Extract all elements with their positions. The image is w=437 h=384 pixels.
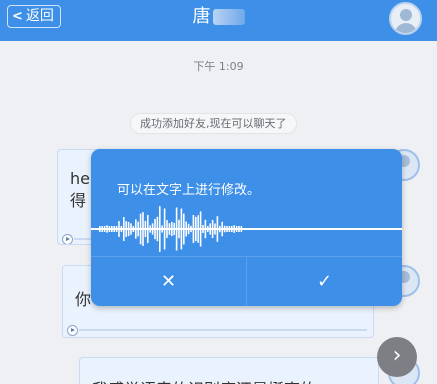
waveform-bar xyxy=(219,225,221,233)
waveform-bar xyxy=(142,212,144,246)
waveform-bar xyxy=(190,225,192,233)
waveform-bar xyxy=(171,221,173,237)
waveform-bar xyxy=(207,226,209,232)
waveform-bar xyxy=(111,226,113,232)
waveform-bar xyxy=(120,226,123,232)
waveform-bar xyxy=(209,223,211,235)
waveform-bar xyxy=(101,226,103,232)
waveform-bar xyxy=(144,220,147,238)
waveform-bar xyxy=(123,217,125,241)
waveform-bar xyxy=(156,216,159,242)
waveform-bar xyxy=(130,223,132,235)
page-title: 唐 xyxy=(0,5,437,29)
waveform-bar xyxy=(233,225,235,233)
avatar-body xyxy=(395,23,417,33)
waveform-bar xyxy=(221,221,223,237)
voice-progress-line xyxy=(79,329,367,331)
waveform-bar xyxy=(175,207,178,251)
waveform-bar xyxy=(151,223,154,235)
confirm-button[interactable]: ✓ xyxy=(247,257,402,306)
waveform-bar xyxy=(103,226,106,232)
cancel-button[interactable]: ✕ xyxy=(91,257,246,306)
waveform-bar xyxy=(149,225,151,233)
waveform-bar xyxy=(216,216,219,242)
waveform-bar xyxy=(106,225,108,233)
message-bubble[interactable]: 我感觉语音的识别度还是挺高的 xyxy=(79,357,379,384)
waveform-bar xyxy=(183,213,185,245)
waveform-bar xyxy=(168,223,171,235)
waveform-bar xyxy=(214,223,216,235)
waveform-bar xyxy=(231,226,233,232)
waveform-bar xyxy=(202,225,204,233)
close-icon: ✕ xyxy=(160,271,177,292)
waveform-bar xyxy=(192,215,195,243)
waveform-bar xyxy=(228,225,231,233)
waveform-bar xyxy=(185,221,187,237)
waveform-bar xyxy=(226,226,228,232)
waveform-bar xyxy=(99,226,101,232)
waveform-bar xyxy=(166,220,168,238)
contact-name: 唐 xyxy=(192,6,211,27)
chevron-right-icon: › xyxy=(392,343,402,368)
top-bar: < 返回 唐 xyxy=(0,0,437,41)
waveform-bar xyxy=(118,221,120,237)
friend-added-notice: 成功添加好友,现在可以聊天了 xyxy=(130,113,297,134)
play-icon[interactable] xyxy=(67,325,78,336)
edit-hint-text: 可以在文字上进行修改。 xyxy=(117,183,261,198)
waveform-bar xyxy=(223,225,226,233)
waveform-bar xyxy=(204,219,207,239)
waveform-bar xyxy=(238,226,240,232)
waveform-bar xyxy=(235,226,238,232)
waveform-bar xyxy=(135,219,137,239)
waveform-bar xyxy=(180,208,183,250)
waveform-bar xyxy=(178,219,180,239)
contact-avatar-button[interactable] xyxy=(389,2,422,35)
scroll-down-button[interactable]: › xyxy=(377,337,417,377)
waveform-bar xyxy=(199,211,202,247)
waveform-bar xyxy=(163,208,166,250)
message-text: 你 xyxy=(75,290,92,309)
message-text: he 得 xyxy=(70,169,90,210)
waveform-bar xyxy=(137,221,139,237)
voice-to-text-dialog: 可以在文字上进行修改。 ✕ ✓ xyxy=(91,149,402,306)
waveform-bar xyxy=(211,219,214,239)
waveform-bar xyxy=(240,226,243,232)
waveform-bar xyxy=(115,226,118,232)
waveform-bar xyxy=(195,216,197,242)
waveform-bar xyxy=(159,206,161,252)
waveform-bar xyxy=(197,215,199,243)
waveform-bar xyxy=(127,221,130,237)
waveform-bar xyxy=(154,218,156,240)
waveform-bar xyxy=(139,213,142,245)
waveform-bar xyxy=(132,226,135,232)
voice-waveform xyxy=(91,206,402,252)
check-icon: ✓ xyxy=(316,271,333,292)
waveform-bar xyxy=(108,226,111,232)
blurred-name xyxy=(212,9,245,25)
waveform-bar xyxy=(187,223,190,235)
waveform-bar xyxy=(147,214,149,244)
waveform-bar xyxy=(173,222,175,236)
waveform-bar xyxy=(113,226,115,232)
message-text: 我感觉语音的识别度还是挺高的 xyxy=(92,376,316,384)
waveform-bar xyxy=(161,225,163,233)
user-avatar-icon xyxy=(400,9,412,21)
message-timestamp: 下午 1:09 xyxy=(193,60,244,73)
play-icon[interactable] xyxy=(62,234,73,244)
waveform-bar xyxy=(125,221,127,237)
